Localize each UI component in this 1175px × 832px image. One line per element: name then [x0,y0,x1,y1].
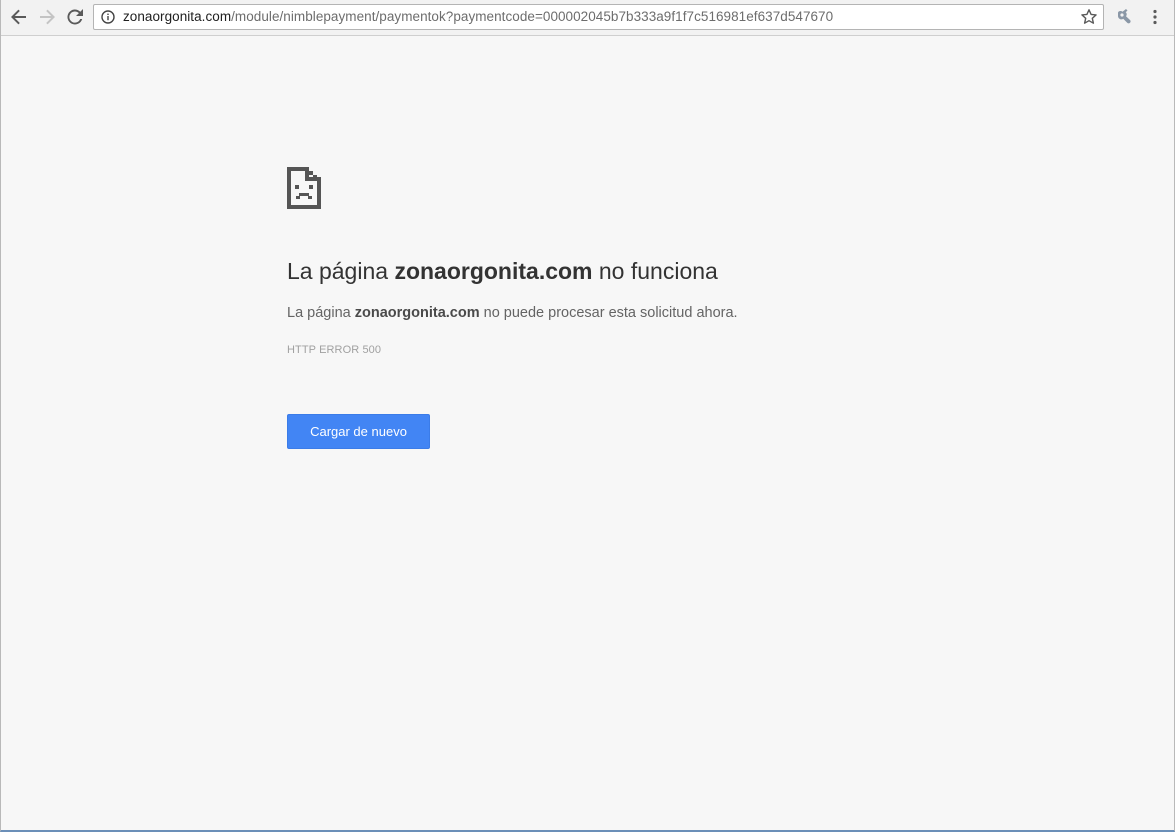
url-host: zonaorgonita.com [123,9,232,24]
sad-page-icon [287,167,321,209]
error-detail: La página zonaorgonita.com no puede proc… [287,303,738,323]
page-content: La página zonaorgonita.com no funciona L… [1,36,1174,830]
detail-prefix: La página [287,305,351,321]
extension-icon[interactable] [1114,7,1134,27]
title-suffix: no funciona [598,258,718,284]
back-button[interactable] [7,5,31,29]
url-text[interactable]: zonaorgonita.com/module/nimblepayment/pa… [123,9,833,25]
browser-window: zonaorgonita.com/module/nimblepayment/pa… [0,0,1175,832]
reload-page-button[interactable]: Cargar de nuevo [287,414,430,449]
star-icon[interactable] [1080,8,1098,26]
url-path: /module/nimblepayment/paymentok?paymentc… [231,9,834,24]
kebab-menu-icon[interactable] [1145,7,1165,27]
error-title: La página zonaorgonita.com no funciona [287,256,718,286]
reload-button[interactable] [63,5,87,29]
address-bar[interactable]: zonaorgonita.com/module/nimblepayment/pa… [93,4,1104,30]
info-icon[interactable] [101,10,115,24]
detail-host: zonaorgonita.com [354,305,480,321]
forward-arrow-icon [40,9,55,25]
error-code: HTTP ERROR 500 [287,344,382,356]
title-host: zonaorgonita.com [394,258,593,284]
title-prefix: La página [287,258,389,284]
forward-button[interactable] [35,5,59,29]
detail-suffix: no puede procesar esta solicitud ahora. [483,305,738,321]
browser-toolbar: zonaorgonita.com/module/nimblepayment/pa… [1,0,1174,36]
reload-icon [67,9,83,25]
back-arrow-icon [11,9,26,25]
